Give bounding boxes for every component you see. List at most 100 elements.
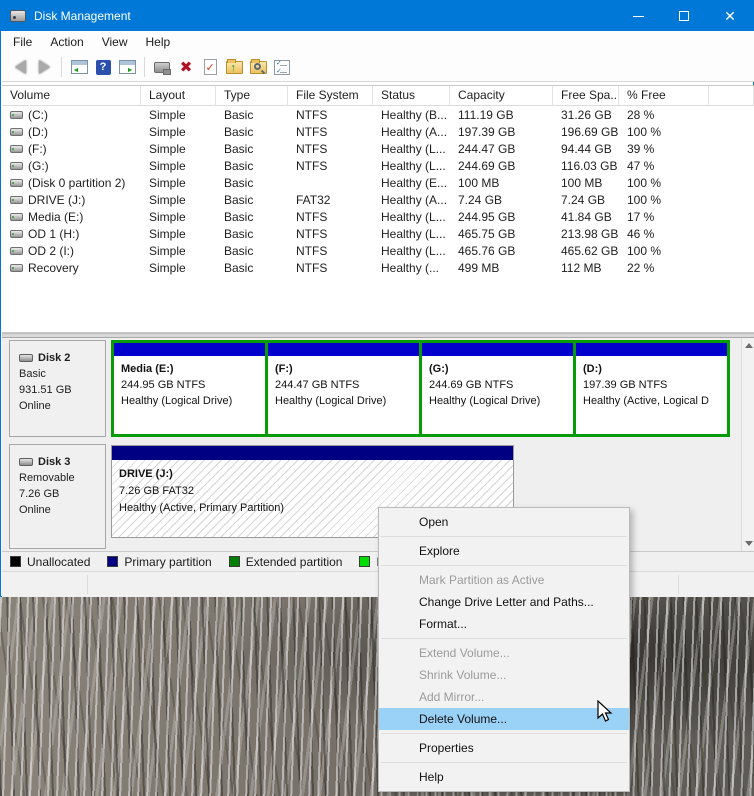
menu-separator: [381, 638, 627, 639]
column-header[interactable]: Type: [216, 86, 288, 106]
context-menu-item-format[interactable]: Format...: [379, 613, 629, 635]
volume-name-cell: (D:): [2, 125, 141, 139]
logical-drive-color-bar: [114, 343, 265, 356]
table-row[interactable]: (G:) Simple Basic NTFS Healthy (L... 244.69 G…: [2, 157, 754, 174]
disk3-size: 7.26 GB: [19, 488, 60, 500]
folder-up-icon: ↑: [225, 58, 243, 74]
toolbar-separator: [61, 57, 62, 77]
back-button[interactable]: [8, 55, 32, 79]
context-menu-item-extend-volume: Extend Volume...: [419, 646, 510, 660]
disk3-name: Disk 3: [38, 456, 71, 468]
legend-color-swatch: [107, 556, 119, 567]
open-folder-button[interactable]: ↑: [222, 55, 246, 79]
find-folder-button[interactable]: [246, 55, 270, 79]
partition-box[interactable]: (D:) 197.39 GB NTFS Healthy (Active, Logic…: [576, 343, 727, 434]
disk2-status: Online: [19, 400, 51, 412]
partition-name: (D:): [583, 363, 602, 375]
context-menu-item-properties[interactable]: Properties: [379, 737, 629, 759]
menu-help[interactable]: Help: [137, 32, 180, 52]
logical-drive-color-bar: [576, 343, 727, 356]
table-row[interactable]: Recovery Simple Basic NTFS Healthy (... 499 M…: [2, 259, 754, 276]
table-cell: 100 MB: [561, 175, 603, 190]
column-header[interactable]: % Free: [619, 86, 709, 106]
menu-file[interactable]: File: [4, 32, 41, 52]
table-row[interactable]: (F:) Simple Basic NTFS Healthy (L... 244.47 G…: [2, 140, 754, 157]
context-menu-item-open[interactable]: Open: [379, 511, 629, 533]
legend-item: Unallocated: [10, 555, 90, 569]
table-cell: Healthy (L...: [381, 243, 446, 258]
console-tree-icon: ◄: [70, 60, 88, 74]
context-menu-item-help[interactable]: Help: [379, 766, 629, 788]
volume-icon: [10, 230, 23, 239]
delete-button[interactable]: ✖: [174, 55, 198, 79]
partition-size: 244.69 GB NTFS: [429, 379, 514, 391]
volume-icon: [10, 128, 23, 137]
table-row[interactable]: OD 1 (H:) Simple Basic NTFS Healthy (L... 465…: [2, 225, 754, 242]
column-header[interactable]: File System: [288, 86, 373, 106]
column-header[interactable]: Capacity: [450, 86, 553, 106]
disk3-info-panel[interactable]: Disk 3 Removable 7.26 GB Online: [9, 444, 106, 549]
table-cell: 17 %: [627, 209, 655, 224]
table-row[interactable]: (D:) Simple Basic NTFS Healthy (A... 197.39 G…: [2, 123, 754, 140]
table-cell: Healthy (E...: [381, 175, 448, 190]
table-cell: 112 MB: [561, 260, 602, 275]
legend-color-swatch: [10, 556, 21, 567]
context-menu-item-add-mirror: Add Mirror...: [419, 690, 485, 704]
validate-button[interactable]: [198, 55, 222, 79]
table-row[interactable]: DRIVE (J:) Simple Basic FAT32 Healthy (A... 7…: [2, 191, 754, 208]
table-cell: Basic: [224, 260, 254, 275]
vertical-scrollbar[interactable]: [741, 338, 754, 551]
caption-buttons: ✕: [615, 1, 753, 31]
table-cell: Healthy (A...: [381, 124, 448, 139]
screen: Disk Management ✕ File Action View Help ◄ ?…: [0, 0, 754, 796]
table-cell: 94.44 GB: [561, 141, 612, 156]
menu-action[interactable]: Action: [41, 32, 92, 52]
column-header[interactable]: Status: [373, 86, 450, 106]
column-header[interactable]: Volume: [2, 86, 141, 106]
context-menu-item-change-drive-letter-and-paths[interactable]: Change Drive Letter and Paths...: [379, 591, 629, 613]
legend-item: Primary partition: [107, 555, 212, 569]
table-row[interactable]: OD 2 (I:) Simple Basic NTFS Healthy (L... 465…: [2, 242, 754, 259]
disk-icon: [19, 354, 33, 362]
partition-box[interactable]: Media (E:) 244.95 GB NTFS Healthy (Logical…: [114, 343, 265, 434]
partition-box[interactable]: (G:) 244.69 GB NTFS Healthy (Logical Drive…: [422, 343, 573, 434]
table-cell: 244.95 GB: [458, 209, 516, 224]
table-row[interactable]: (Disk 0 partition 2) Simple Basic Healthy (…: [2, 174, 754, 191]
scroll-down-icon[interactable]: [745, 541, 753, 546]
volume-table: Volume Layout Type File System Status Capacit…: [2, 85, 754, 333]
table-cell: Basic: [224, 175, 254, 190]
column-header[interactable]: Layout: [141, 86, 216, 106]
context-menu-item-shrink-volume: Shrink Volume...: [419, 668, 507, 682]
help-button[interactable]: ?: [91, 55, 115, 79]
table-row[interactable]: (C:) Simple Basic NTFS Healthy (B... 111.19 G…: [2, 106, 754, 123]
forward-icon: [38, 60, 50, 74]
table-row[interactable]: Media (E:) Simple Basic NTFS Healthy (L... 24…: [2, 208, 754, 225]
close-button[interactable]: ✕: [707, 1, 753, 31]
volume-name-cell: Media (E:): [2, 210, 141, 224]
table-cell: Basic: [224, 141, 254, 156]
minimize-button[interactable]: [615, 1, 661, 31]
table-cell: 116.03 GB: [561, 158, 618, 173]
properties-tool-button[interactable]: [150, 55, 174, 79]
checklist-button[interactable]: [270, 55, 294, 79]
maximize-button[interactable]: [661, 1, 707, 31]
menu-view[interactable]: View: [93, 32, 137, 52]
column-header[interactable]: Free Spa...: [553, 86, 619, 106]
context-menu-item-delete-volume[interactable]: Delete Volume...: [379, 708, 629, 730]
action-pane-icon: ►: [118, 60, 136, 74]
partition-box[interactable]: (F:) 244.47 GB NTFS Healthy (Logical Drive…: [268, 343, 419, 434]
column-header-filler: [709, 86, 754, 106]
show-console-tree-button[interactable]: ◄: [67, 55, 91, 79]
table-cell: Simple: [149, 209, 186, 224]
context-menu-item-mark-partition-as-active: Mark Partition as Active: [419, 573, 545, 587]
table-cell: Healthy (A...: [381, 192, 448, 207]
titlebar[interactable]: Disk Management ✕: [1, 1, 753, 31]
show-action-pane-button[interactable]: ►: [115, 55, 139, 79]
disk2-type: Basic: [19, 368, 46, 380]
forward-button[interactable]: [32, 55, 56, 79]
table-cell: Basic: [224, 192, 254, 207]
scroll-up-icon[interactable]: [745, 343, 753, 348]
context-menu-item-explore[interactable]: Explore: [379, 540, 629, 562]
partition-size: 197.39 GB NTFS: [583, 379, 668, 391]
disk2-info-panel[interactable]: Disk 2 Basic 931.51 GB Online: [9, 340, 106, 437]
